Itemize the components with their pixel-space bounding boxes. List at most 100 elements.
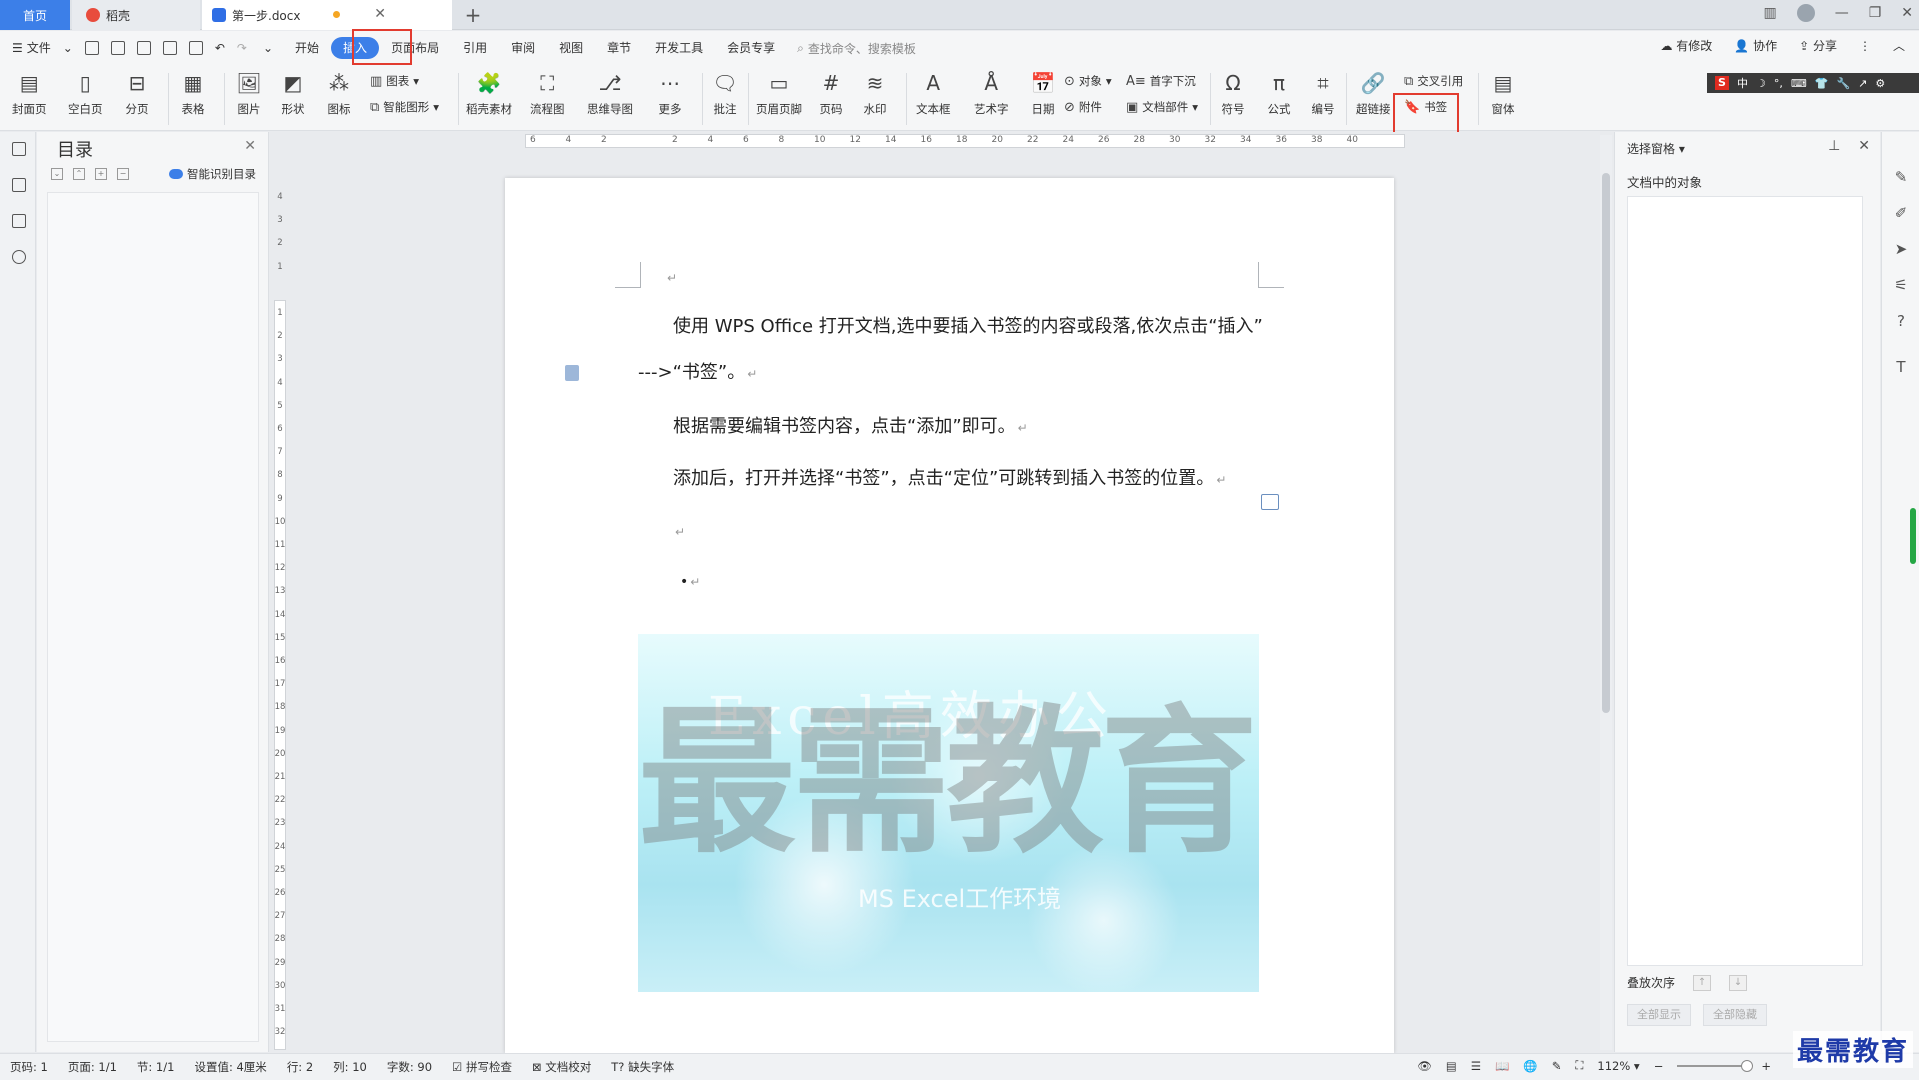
more-button[interactable]: ⋯ 更多 bbox=[657, 69, 683, 117]
drop-cap-button[interactable]: A≡ 首字下沉 bbox=[1126, 73, 1196, 89]
outline-view-icon[interactable]: ☰ bbox=[1471, 1059, 1481, 1073]
cross-reference-button[interactable]: ⧉ 交叉引用 bbox=[1404, 73, 1463, 89]
toc-icon[interactable] bbox=[12, 142, 26, 156]
paragraph-2[interactable]: 根据需要编辑书签内容，点击“添加”即可。 ↵ bbox=[673, 412, 1028, 438]
text-icon[interactable]: T bbox=[1893, 358, 1909, 376]
collapse-all-icon[interactable]: ⌃ bbox=[73, 168, 85, 180]
avatar[interactable] bbox=[1796, 4, 1815, 22]
add-heading-icon[interactable]: + bbox=[95, 168, 107, 180]
bullet-paragraph[interactable]: • ↵ bbox=[680, 574, 700, 590]
paragraph-1[interactable]: 使用 WPS Office 打开文档,选中要插入书签的内容或段落,依次点击“插入… bbox=[673, 312, 1263, 338]
mindmap-button[interactable]: ⎇ 思维导图 bbox=[587, 69, 633, 117]
pen-icon[interactable]: ✐ bbox=[1893, 204, 1909, 222]
eye-protection-icon[interactable]: 👁 bbox=[1417, 1059, 1432, 1073]
flowchart-button[interactable]: ⛶ 流程图 bbox=[530, 69, 565, 117]
menu-review[interactable]: 审阅 bbox=[499, 37, 547, 59]
collapse-ribbon-icon[interactable]: ︿ bbox=[1893, 37, 1905, 54]
zoom-slider-knob[interactable] bbox=[1741, 1059, 1754, 1072]
form-button[interactable]: ▤ 窗体 bbox=[1490, 69, 1516, 117]
picture-button[interactable]: 🖼 图片 bbox=[236, 69, 262, 117]
proofread-button[interactable]: ⊠ 文档校对 bbox=[522, 1059, 601, 1075]
doc-part-button[interactable]: ▣ 文档部件 ▾ bbox=[1126, 99, 1198, 115]
write-mode-icon[interactable]: ✎ bbox=[1552, 1059, 1562, 1073]
reading-view-icon[interactable]: 📖 bbox=[1495, 1059, 1509, 1073]
watermark-button[interactable]: ≋ 水印 bbox=[862, 69, 888, 117]
cover-page-button[interactable]: ▤ 封面页 bbox=[12, 69, 47, 117]
shape-button[interactable]: ◩ 形状 bbox=[280, 69, 306, 117]
properties-icon[interactable]: ⚟ bbox=[1893, 276, 1909, 294]
bookmark-rail-icon[interactable] bbox=[12, 214, 26, 228]
redo-icon[interactable]: ↷ bbox=[231, 37, 253, 59]
empty-paragraph[interactable]: ↵ bbox=[673, 520, 685, 541]
daoke-material-button[interactable]: 🧩 稻壳素材 bbox=[466, 69, 512, 117]
menu-member[interactable]: 会员专享 bbox=[715, 37, 787, 59]
zoom-level[interactable]: 112% ▾ bbox=[1597, 1059, 1639, 1073]
format-painter-icon[interactable] bbox=[136, 41, 151, 55]
show-all-button[interactable]: 全部显示 bbox=[1627, 1004, 1691, 1026]
ime-toolbar[interactable]: S 中 ☽ °, ⌨ 👕 🔧 ↗ ⚙ bbox=[1707, 73, 1919, 93]
smart-shape-button[interactable]: ⧉ 智能图形 ▾ bbox=[370, 99, 439, 115]
close-tab-icon[interactable]: ✕ bbox=[374, 6, 386, 22]
find-icon[interactable] bbox=[12, 250, 26, 264]
collaborate-button[interactable]: 👤 协作 bbox=[1734, 37, 1777, 54]
web-view-icon[interactable]: 🌐 bbox=[1523, 1059, 1537, 1073]
smart-toc-button[interactable]: 智能识别目录 bbox=[169, 166, 256, 182]
tab-document[interactable]: 第一步.docx ✕ bbox=[202, 0, 452, 30]
page-view-icon[interactable]: ▤ bbox=[1446, 1059, 1457, 1073]
formula-button[interactable]: π 公式 bbox=[1266, 69, 1292, 117]
layout-icon[interactable]: ▥ bbox=[1763, 5, 1776, 21]
header-footer-button[interactable]: ▭ 页眉页脚 bbox=[756, 69, 802, 117]
pin-icon[interactable]: ⊥ bbox=[1828, 138, 1840, 154]
menu-developer[interactable]: 开发工具 bbox=[643, 37, 715, 59]
command-search[interactable]: ⌕ 查找命令、搜索模板 bbox=[797, 40, 916, 57]
close-icon[interactable]: ✕ bbox=[1858, 138, 1870, 154]
blank-page-button[interactable]: ▯ 空白页 bbox=[68, 69, 103, 117]
revisions-button[interactable]: ☁ 有修改 bbox=[1660, 37, 1712, 54]
paragraph-3[interactable]: 添加后，打开并选择“书签”，点击“定位”可跳转到插入书签的位置。 ↵ bbox=[673, 464, 1226, 490]
hamburger-icon[interactable]: ☰ bbox=[0, 37, 25, 59]
menu-references[interactable]: 引用 bbox=[451, 37, 499, 59]
vertical-scrollbar[interactable] bbox=[1600, 135, 1612, 1050]
tab-daoke[interactable]: 稻壳 bbox=[72, 0, 200, 30]
numbering-button[interactable]: ⌗ 编号 bbox=[1310, 69, 1336, 117]
fit-page-icon[interactable]: ⛶ bbox=[1575, 1058, 1583, 1073]
expand-all-icon[interactable]: ⌄ bbox=[51, 168, 63, 180]
send-backward-icon[interactable]: ↓ bbox=[1729, 974, 1748, 991]
minimize-icon[interactable]: — bbox=[1835, 5, 1849, 21]
icons-button[interactable]: ⁂ 图标 bbox=[326, 69, 352, 117]
textbox-button[interactable]: A 文本框 bbox=[916, 69, 951, 117]
undo-icon[interactable]: ↶ bbox=[209, 37, 231, 59]
paste-options-icon[interactable] bbox=[1261, 494, 1279, 510]
page-break-button[interactable]: ⊟ 分页 bbox=[124, 69, 150, 117]
paragraph-handle-icon[interactable] bbox=[565, 365, 579, 381]
menu-view[interactable]: 视图 bbox=[547, 37, 595, 59]
chapter-icon[interactable] bbox=[12, 178, 26, 192]
page-number-button[interactable]: # 页码 bbox=[818, 69, 844, 117]
share-button[interactable]: ⇪ 分享 bbox=[1799, 37, 1837, 54]
table-button[interactable]: ▦ 表格 bbox=[180, 69, 206, 117]
print-icon[interactable] bbox=[162, 41, 177, 55]
style-icon[interactable]: ✎ bbox=[1893, 168, 1909, 186]
bring-forward-icon[interactable]: ↑ bbox=[1693, 974, 1712, 991]
help-icon[interactable]: ? bbox=[1893, 312, 1909, 330]
scrollbar-thumb[interactable] bbox=[1602, 173, 1610, 713]
date-button[interactable]: 📅 日期 bbox=[1030, 69, 1056, 117]
close-window-icon[interactable]: ✕ bbox=[1901, 5, 1913, 21]
empty-paragraph[interactable]: ↵ bbox=[665, 266, 677, 287]
document-page[interactable]: ↵ 使用 WPS Office 打开文档,选中要插入书签的内容或段落,依次点击“… bbox=[505, 178, 1394, 1053]
comment-button[interactable]: 🗨 批注 bbox=[712, 69, 738, 117]
more-icon[interactable]: ⋮ bbox=[1859, 39, 1871, 53]
zoom-in-icon[interactable]: + bbox=[1761, 1059, 1771, 1073]
paragraph-1-cont[interactable]: --->“书签”。 ↵ bbox=[638, 358, 757, 384]
remove-heading-icon[interactable]: − bbox=[117, 168, 129, 180]
hide-all-button[interactable]: 全部隐藏 bbox=[1703, 1004, 1767, 1026]
restore-icon[interactable]: ❐ bbox=[1869, 5, 1882, 21]
new-tab-button[interactable]: + bbox=[462, 3, 484, 27]
close-icon[interactable]: ✕ bbox=[244, 138, 256, 154]
new-doc-icon[interactable] bbox=[84, 41, 99, 55]
select-cursor-icon[interactable]: ➤ bbox=[1893, 240, 1909, 258]
chart-button[interactable]: ▥ 图表 ▾ bbox=[370, 73, 419, 89]
wordart-button[interactable]: Å 艺术字 bbox=[974, 69, 1009, 117]
print-preview-icon[interactable] bbox=[188, 41, 203, 55]
hyperlink-button[interactable]: 🔗 超链接 bbox=[1356, 69, 1391, 117]
